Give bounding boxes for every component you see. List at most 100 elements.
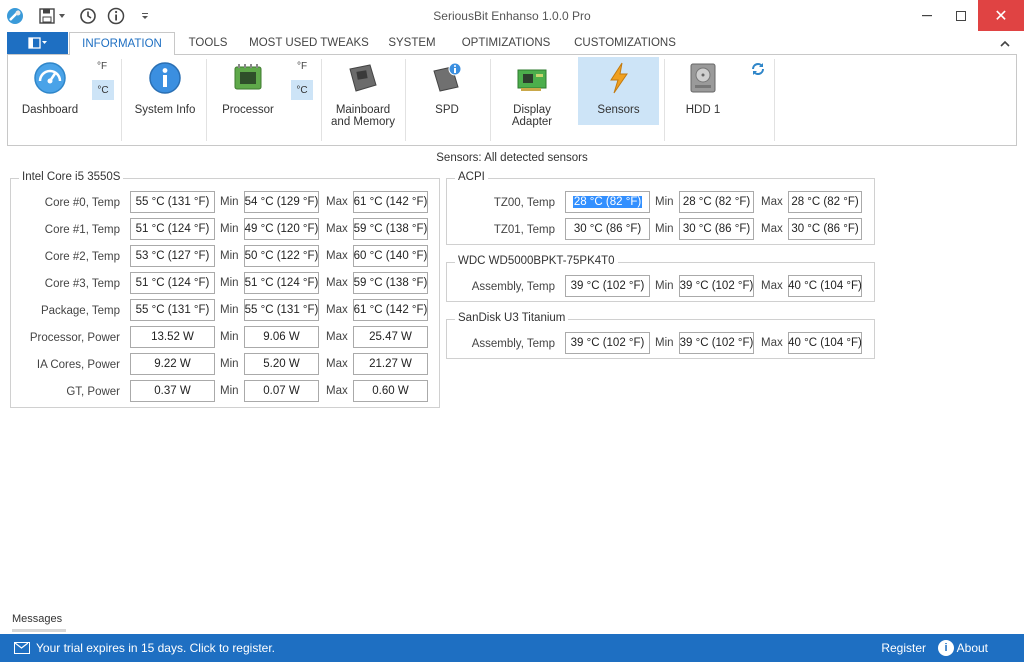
sensor-max-value: 59 °C (138 °F) [353,218,428,240]
min-label: Min [220,250,239,262]
spd-button[interactable]: SPD [414,57,480,127]
lightning-icon [609,62,628,94]
ribbon-tabs: INFORMATION TOOLS MOST USED TWEAKS SYSTE… [0,32,1024,55]
max-label: Max [326,277,348,289]
display-adapter-button[interactable]: Display Adapter [498,57,566,128]
tab-tools[interactable]: TOOLS [180,32,236,55]
collapse-ribbon-icon[interactable] [1000,35,1010,50]
close-icon: ✕ [994,7,1008,25]
ribbon-separator [405,59,406,141]
max-label: Max [326,385,348,397]
ribbon-separator [664,59,665,141]
dashboard-button[interactable]: Dashboard [16,57,84,127]
sensor-min-value: 49 °C (120 °F) [244,218,319,240]
min-label: Min [655,196,674,208]
sensor-current-value: 55 °C (131 °F) [130,299,215,321]
hdd-button[interactable]: HDD 1 [672,57,734,127]
sensor-max-value: 28 °C (82 °F) [788,191,862,213]
mail-icon [14,642,30,654]
ribbon-panel: Dashboard °F °C System Info Processor °F… [7,54,1017,146]
mainboard-icon [349,64,377,92]
ribbon-separator [121,59,122,141]
max-label: Max [761,196,783,208]
sensor-current-value: 39 °C (102 °F) [565,332,650,354]
fahrenheit-toggle[interactable]: °F [97,61,107,72]
sensor-label: Core #2, Temp [44,251,120,263]
sensor-max-value: 40 °C (104 °F) [788,275,862,297]
sensors-page-title: Sensors: All detected sensors [436,152,588,164]
sensor-min-value: 0.07 W [244,380,319,402]
tab-optimizations[interactable]: OPTIMIZATIONS [458,32,554,55]
min-label: Min [220,196,239,208]
max-label: Max [761,223,783,235]
maximize-icon [956,10,966,21]
min-label: Min [220,277,239,289]
system-info-label: System Info [134,104,196,116]
about-link[interactable]: About [957,641,988,655]
spd-icon [433,62,462,92]
hdd-label: HDD 1 [685,104,721,116]
sensor-label: Assembly, Temp [471,338,555,350]
sensor-max-value: 59 °C (138 °F) [353,272,428,294]
ribbon-separator [321,59,322,141]
sandisk-group-title: SanDisk U3 Titanium [455,312,569,324]
sensor-max-value: 25.47 W [353,326,428,348]
display-adapter-icon [517,69,547,91]
ribbon-separator [206,59,207,141]
fahrenheit-toggle-cpu[interactable]: °F [297,61,307,72]
sensors-label: Sensors [597,104,640,116]
register-link[interactable]: Register [881,641,926,655]
sensor-current-value: 13.52 W [130,326,215,348]
sensor-label: Assembly, Temp [471,281,555,293]
sensor-label: Package, Temp [40,305,120,317]
sensor-max-value: 40 °C (104 °F) [788,332,862,354]
max-label: Max [326,196,348,208]
sensor-current-value[interactable]: 28 °C (82 °F) [565,191,650,213]
min-label: Min [655,223,674,235]
sensors-button[interactable]: Sensors [578,57,659,125]
tab-most-used-tweaks[interactable]: MOST USED TWEAKS [248,32,370,55]
mainboard-label-line1: Mainboard [335,104,391,116]
max-label: Max [761,337,783,349]
system-info-icon [149,62,181,94]
refresh-icon[interactable] [750,61,766,77]
sensor-label: IA Cores, Power [36,359,120,371]
sensor-label: TZ00, Temp [493,197,555,209]
display-label-line2: Adapter [511,116,553,128]
trial-message-link[interactable]: Your trial expires in 15 days. Click to … [36,641,275,655]
sensor-current-value: 55 °C (131 °F) [130,191,215,213]
sensor-label: TZ01, Temp [493,224,555,236]
max-label: Max [761,280,783,292]
tab-information[interactable]: INFORMATION [69,32,175,55]
sensor-label: Core #0, Temp [44,197,120,209]
tab-customizations[interactable]: CUSTOMIZATIONS [570,32,680,55]
celsius-toggle-cpu[interactable]: °C [291,80,313,100]
display-label-line1: Display [513,104,551,116]
minimize-button[interactable] [910,0,944,31]
min-label: Min [655,280,674,292]
sensor-current-value: 30 °C (86 °F) [565,218,650,240]
maximize-button[interactable] [944,0,978,31]
min-label: Min [220,304,239,316]
file-menu-button[interactable] [7,32,68,54]
min-label: Min [220,223,239,235]
tab-system[interactable]: SYSTEM [384,32,440,55]
spd-label: SPD [435,104,459,116]
processor-button[interactable]: Processor [214,57,282,127]
sensor-label: GT, Power [66,386,120,398]
max-label: Max [326,304,348,316]
sensor-current-value: 53 °C (127 °F) [130,245,215,267]
selected-value-text: 28 °C (82 °F) [572,196,643,208]
system-info-button[interactable]: System Info [128,57,202,127]
messages-tab[interactable]: Messages [12,613,62,625]
minimize-icon [922,14,932,16]
acpi-group-title: ACPI [455,171,488,183]
mainboard-memory-button[interactable]: Mainboard and Memory [328,57,398,128]
sensor-label: Core #1, Temp [44,224,120,236]
sensor-max-value: 61 °C (142 °F) [353,299,428,321]
close-button[interactable]: ✕ [978,0,1024,31]
menu-icon [27,37,47,49]
sensor-current-value: 51 °C (124 °F) [130,218,215,240]
celsius-toggle[interactable]: °C [92,80,114,100]
sensor-max-value: 0.60 W [353,380,428,402]
